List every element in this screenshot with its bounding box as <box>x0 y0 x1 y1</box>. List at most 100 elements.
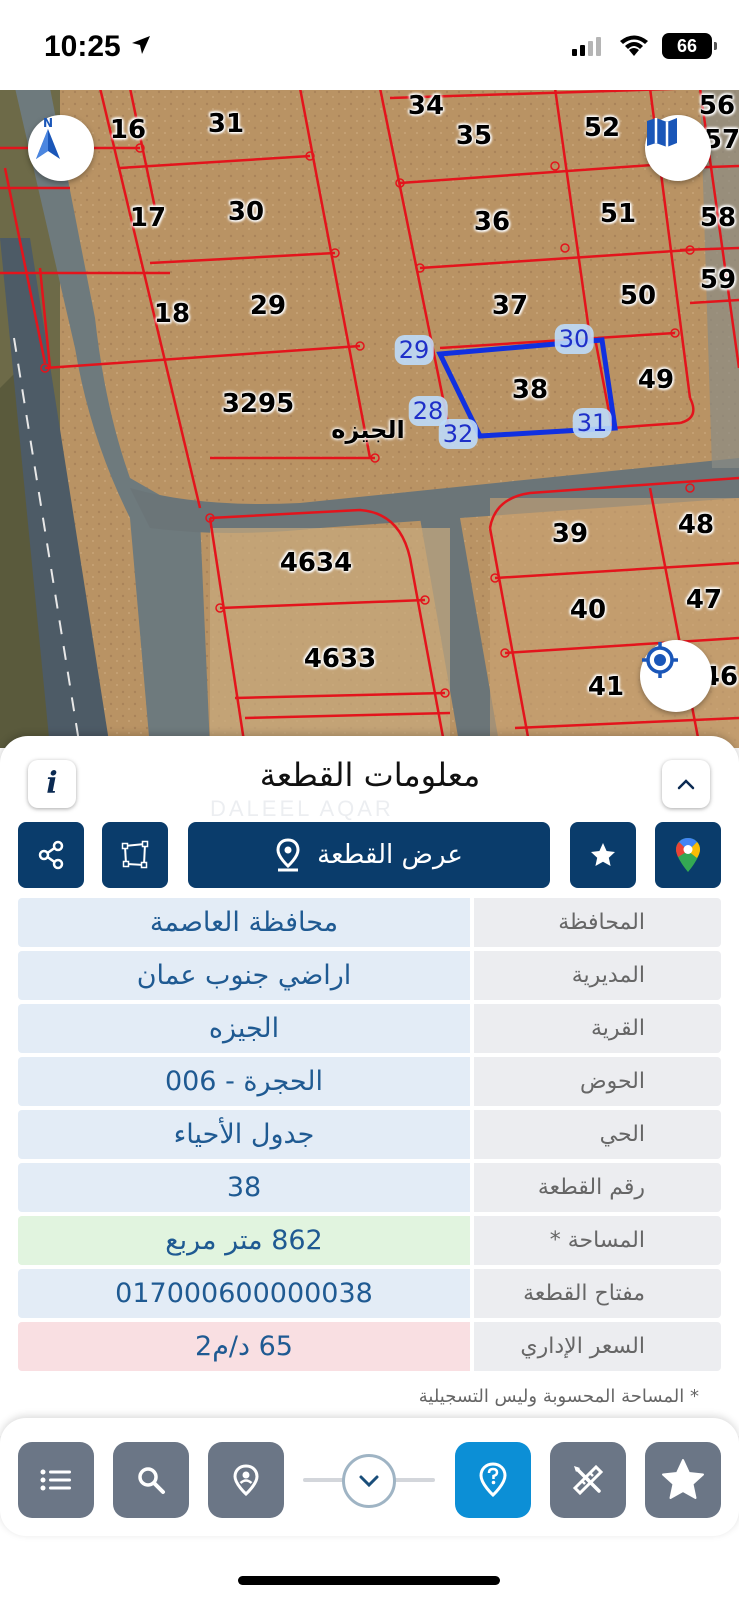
measure-tools-button[interactable] <box>550 1442 626 1518</box>
parcel-label[interactable]: 31 <box>208 109 244 139</box>
help-pin-icon <box>479 1462 507 1498</box>
row-label: المديرية <box>474 951 721 1000</box>
row-value: 38 <box>18 1163 470 1212</box>
compass-north-icon: N <box>36 116 60 159</box>
cellular-signal-icon <box>572 37 601 56</box>
map-layers-button[interactable] <box>645 115 711 181</box>
info-button[interactable]: i <box>28 760 76 808</box>
chevron-up-icon <box>677 779 695 790</box>
area-footnote: * المساحة المحسوبة وليس التسجيلية <box>418 1386 699 1407</box>
show-parcel-button[interactable]: عرض القطعة <box>188 822 550 888</box>
row-label: الحي <box>474 1110 721 1159</box>
battery-indicator: 66 <box>662 33 717 59</box>
table-row: اراضي جنوب عمان المديرية <box>18 951 721 1000</box>
table-row: جدول الأحياء الحي <box>18 1110 721 1159</box>
parcel-label[interactable]: 34 <box>408 91 444 121</box>
village-label: الجيزه <box>331 416 405 444</box>
parcel-label[interactable]: 4634 <box>280 548 352 578</box>
sheet-title: معلومات القطعة <box>259 756 481 794</box>
share-button[interactable] <box>18 822 84 888</box>
parcel-label[interactable]: 47 <box>686 585 722 615</box>
map-view[interactable]: 16 31 34 35 52 56 57 17 30 36 51 58 59 1… <box>0 88 739 748</box>
locate-crosshair-icon <box>642 642 678 678</box>
list-button[interactable] <box>18 1442 94 1518</box>
polygon-icon <box>121 840 149 869</box>
row-label: السعر الإداري <box>474 1322 721 1371</box>
collapse-sheet-button[interactable] <box>662 760 710 808</box>
svg-text:N: N <box>43 116 53 130</box>
place-pin-button[interactable] <box>208 1442 284 1518</box>
parcel-label[interactable]: 18 <box>154 299 190 329</box>
parcel-label[interactable]: 16 <box>110 115 146 145</box>
screen: 10:25 66 16 31 34 35 52 56 57 17 30 36 5… <box>0 0 739 1600</box>
row-value: اراضي جنوب عمان <box>18 951 470 1000</box>
parcel-label[interactable]: 41 <box>588 672 624 702</box>
bottom-toolbar <box>0 1418 739 1536</box>
show-parcel-label: عرض القطعة <box>317 840 463 870</box>
chevron-down-icon <box>359 1475 379 1488</box>
status-bar: 10:25 66 <box>0 0 739 90</box>
table-row: 38 رقم القطعة <box>18 1163 721 1212</box>
location-pin-icon <box>276 838 300 872</box>
row-value: الحجرة - 006 <box>18 1057 470 1106</box>
compass-button[interactable]: N <box>28 115 94 181</box>
parcel-label[interactable]: 30 <box>228 197 264 227</box>
row-label: مفتاح القطعة <box>474 1269 721 1318</box>
parcel-label[interactable]: 3295 <box>222 389 294 419</box>
list-icon <box>40 1469 71 1491</box>
parcel-label[interactable]: 56 <box>699 91 735 121</box>
polygon-button[interactable] <box>102 822 168 888</box>
place-pin-icon <box>233 1464 259 1496</box>
vertex-label: 30 <box>554 324 594 354</box>
parcel-label[interactable]: 52 <box>584 113 620 143</box>
star-icon <box>591 843 615 866</box>
watermark: DALEEL AQAR <box>210 796 394 821</box>
parcel-label[interactable]: 50 <box>620 281 656 311</box>
row-value: جدول الأحياء <box>18 1110 470 1159</box>
row-label: المساحة * <box>474 1216 721 1265</box>
parcel-label[interactable]: 48 <box>678 510 714 540</box>
row-value: 017000600000038 <box>18 1269 470 1318</box>
parcel-label[interactable]: 49 <box>638 365 674 395</box>
row-value: 862 متر مربع <box>18 1216 470 1265</box>
parcel-label[interactable]: 58 <box>700 203 736 233</box>
help-pin-button[interactable] <box>455 1442 531 1518</box>
wifi-icon <box>620 35 648 56</box>
parcel-label[interactable]: 17 <box>130 203 166 233</box>
parcel-label[interactable]: 39 <box>552 519 588 549</box>
table-row: 017000600000038 مفتاح القطعة <box>18 1269 721 1318</box>
parcel-label[interactable]: 29 <box>250 291 286 321</box>
row-value: 65 د/م2 <box>18 1322 470 1371</box>
parcel-label[interactable]: 51 <box>600 199 636 229</box>
search-button[interactable] <box>113 1442 189 1518</box>
location-arrow-icon <box>132 36 150 54</box>
locate-me-button[interactable] <box>640 640 712 712</box>
parcel-label[interactable]: 4633 <box>304 644 376 674</box>
parcel-label[interactable]: 59 <box>700 265 736 295</box>
table-row: محافظة العاصمة المحافظة <box>18 898 721 947</box>
parcel-label[interactable]: 35 <box>456 121 492 151</box>
favorite-button[interactable] <box>570 822 636 888</box>
share-icon <box>38 840 64 870</box>
expand-panel-button[interactable] <box>342 1454 396 1508</box>
row-label: الحوض <box>474 1057 721 1106</box>
parcel-label[interactable]: 37 <box>492 291 528 321</box>
map-icon <box>647 118 677 147</box>
favorites-button[interactable] <box>645 1442 721 1518</box>
row-value: محافظة العاصمة <box>18 898 470 947</box>
row-label: القرية <box>474 1004 721 1053</box>
table-row: الجيزه القرية <box>18 1004 721 1053</box>
vertex-label: 29 <box>394 335 434 365</box>
status-time: 10:25 <box>44 30 121 63</box>
parcel-label[interactable]: 40 <box>570 595 606 625</box>
table-row: 65 د/م2 السعر الإداري <box>18 1322 721 1371</box>
row-label: المحافظة <box>474 898 721 947</box>
parcel-details-table: محافظة العاصمة المحافظة اراضي جنوب عمان … <box>18 898 721 1375</box>
table-row: 862 متر مربع المساحة * <box>18 1216 721 1265</box>
row-label: رقم القطعة <box>474 1163 721 1212</box>
google-maps-button[interactable] <box>655 822 721 888</box>
table-row: الحجرة - 006 الحوض <box>18 1057 721 1106</box>
parcel-label[interactable]: 36 <box>474 207 510 237</box>
vertex-label: 31 <box>572 408 612 438</box>
selected-parcel-label[interactable]: 38 <box>512 375 548 405</box>
